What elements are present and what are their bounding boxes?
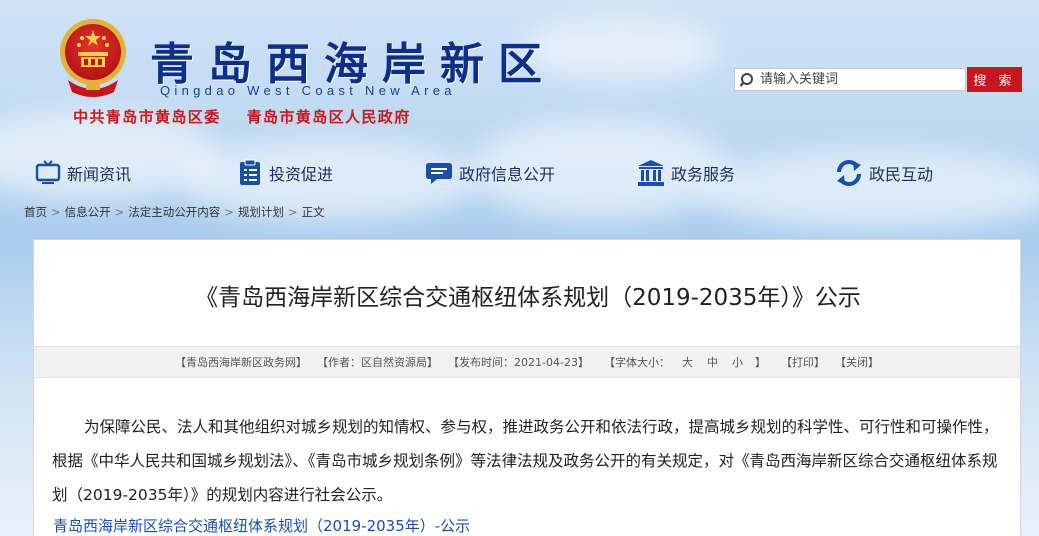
main-nav: 新闻资讯 投资促进 政府信息公开 政务服务 政民互动 — [0, 155, 1039, 191]
party-committee-label: 中共青岛市黄岛区委 — [73, 108, 221, 126]
nav-item-services[interactable]: 政务服务 — [637, 155, 735, 191]
font-size-control: 【字体大小： 大 中 小】 — [599, 354, 771, 370]
chevron-right-icon: > — [114, 205, 125, 219]
article-panel: 《青岛西海岸新区综合交通枢纽体系规划（2019-2035年）》公示 【青岛西海岸… — [33, 239, 1021, 536]
nav-item-gov-info[interactable]: 政府信息公开 — [425, 155, 555, 191]
chevron-right-icon: > — [224, 205, 234, 219]
breadcrumb-planning[interactable]: 规划计划 — [238, 205, 284, 219]
search-icon — [739, 72, 753, 87]
search-button[interactable]: 搜 索 — [967, 67, 1022, 92]
meta-date: 【发布时间：2021-04-23】 — [448, 356, 589, 369]
search-input[interactable] — [757, 69, 965, 90]
font-small-link[interactable]: 小 — [732, 356, 743, 369]
nav-label: 政府信息公开 — [459, 165, 556, 184]
breadcrumb-home[interactable]: 首页 — [24, 205, 47, 219]
attachment-link[interactable]: 青岛西海岸新区综合交通枢纽体系规划（2019-2035年）-公示 — [53, 515, 470, 536]
nav-item-interaction[interactable]: 政民互动 — [835, 155, 933, 191]
breadcrumb-statutory[interactable]: 法定主动公开内容 — [128, 205, 220, 219]
font-medium-link[interactable]: 中 — [707, 356, 718, 369]
chat-bubble-icon — [426, 163, 452, 184]
nav-label: 投资促进 — [269, 165, 334, 184]
nav-item-news[interactable]: 新闻资讯 — [35, 155, 131, 191]
government-label: 青岛市黄岛区人民政府 — [246, 108, 411, 126]
close-link[interactable]: 【关闭】 — [835, 354, 879, 370]
breadcrumb-info-public[interactable]: 信息公开 — [65, 205, 111, 219]
print-link[interactable]: 【打印】 — [781, 354, 825, 370]
font-large-link[interactable]: 大 — [682, 356, 693, 369]
breadcrumb-current: 正文 — [301, 205, 325, 219]
meta-source: 【青岛西海岸新区政务网】 — [175, 356, 308, 369]
monitor-icon — [35, 160, 61, 184]
meta-author: 【作者：区自然资源局】 — [317, 356, 439, 369]
nav-label: 政务服务 — [671, 165, 736, 184]
site-title-english: Qingdao West Coast New Area — [160, 83, 456, 98]
nav-label: 政民互动 — [869, 165, 934, 184]
chevron-right-icon: > — [51, 205, 61, 219]
refresh-cycle-icon — [837, 160, 861, 186]
article-title: 《青岛西海岸新区综合交通枢纽体系规划（2019-2035年）》公示 — [195, 285, 861, 311]
breadcrumb: 首页 > 信息公开 > 法定主动公开内容 > 规划计划 > 正文 — [24, 204, 325, 220]
building-icon — [638, 160, 664, 186]
font-size-label: 【字体大小： — [603, 356, 670, 369]
chevron-right-icon: > — [287, 205, 298, 219]
national-emblem-icon — [60, 19, 126, 97]
article-body: 为保障公民、法人和其他组织对城乡规划的知情权、参与权，推进政务公开和依法行政，提… — [52, 418, 999, 504]
article-meta-bar: 【青岛西海岸新区政务网】 【作者：区自然资源局】 【发布时间：2021-04-2… — [34, 346, 1020, 378]
search-box — [734, 68, 966, 91]
nav-label: 新闻资讯 — [67, 165, 132, 184]
font-size-end: 】 — [754, 356, 766, 369]
site-subtitle: 中共青岛市黄岛区委 青岛市黄岛区人民政府 — [73, 106, 437, 127]
nav-item-investment[interactable]: 投资促进 — [237, 155, 333, 191]
document-list-icon — [240, 159, 260, 185]
